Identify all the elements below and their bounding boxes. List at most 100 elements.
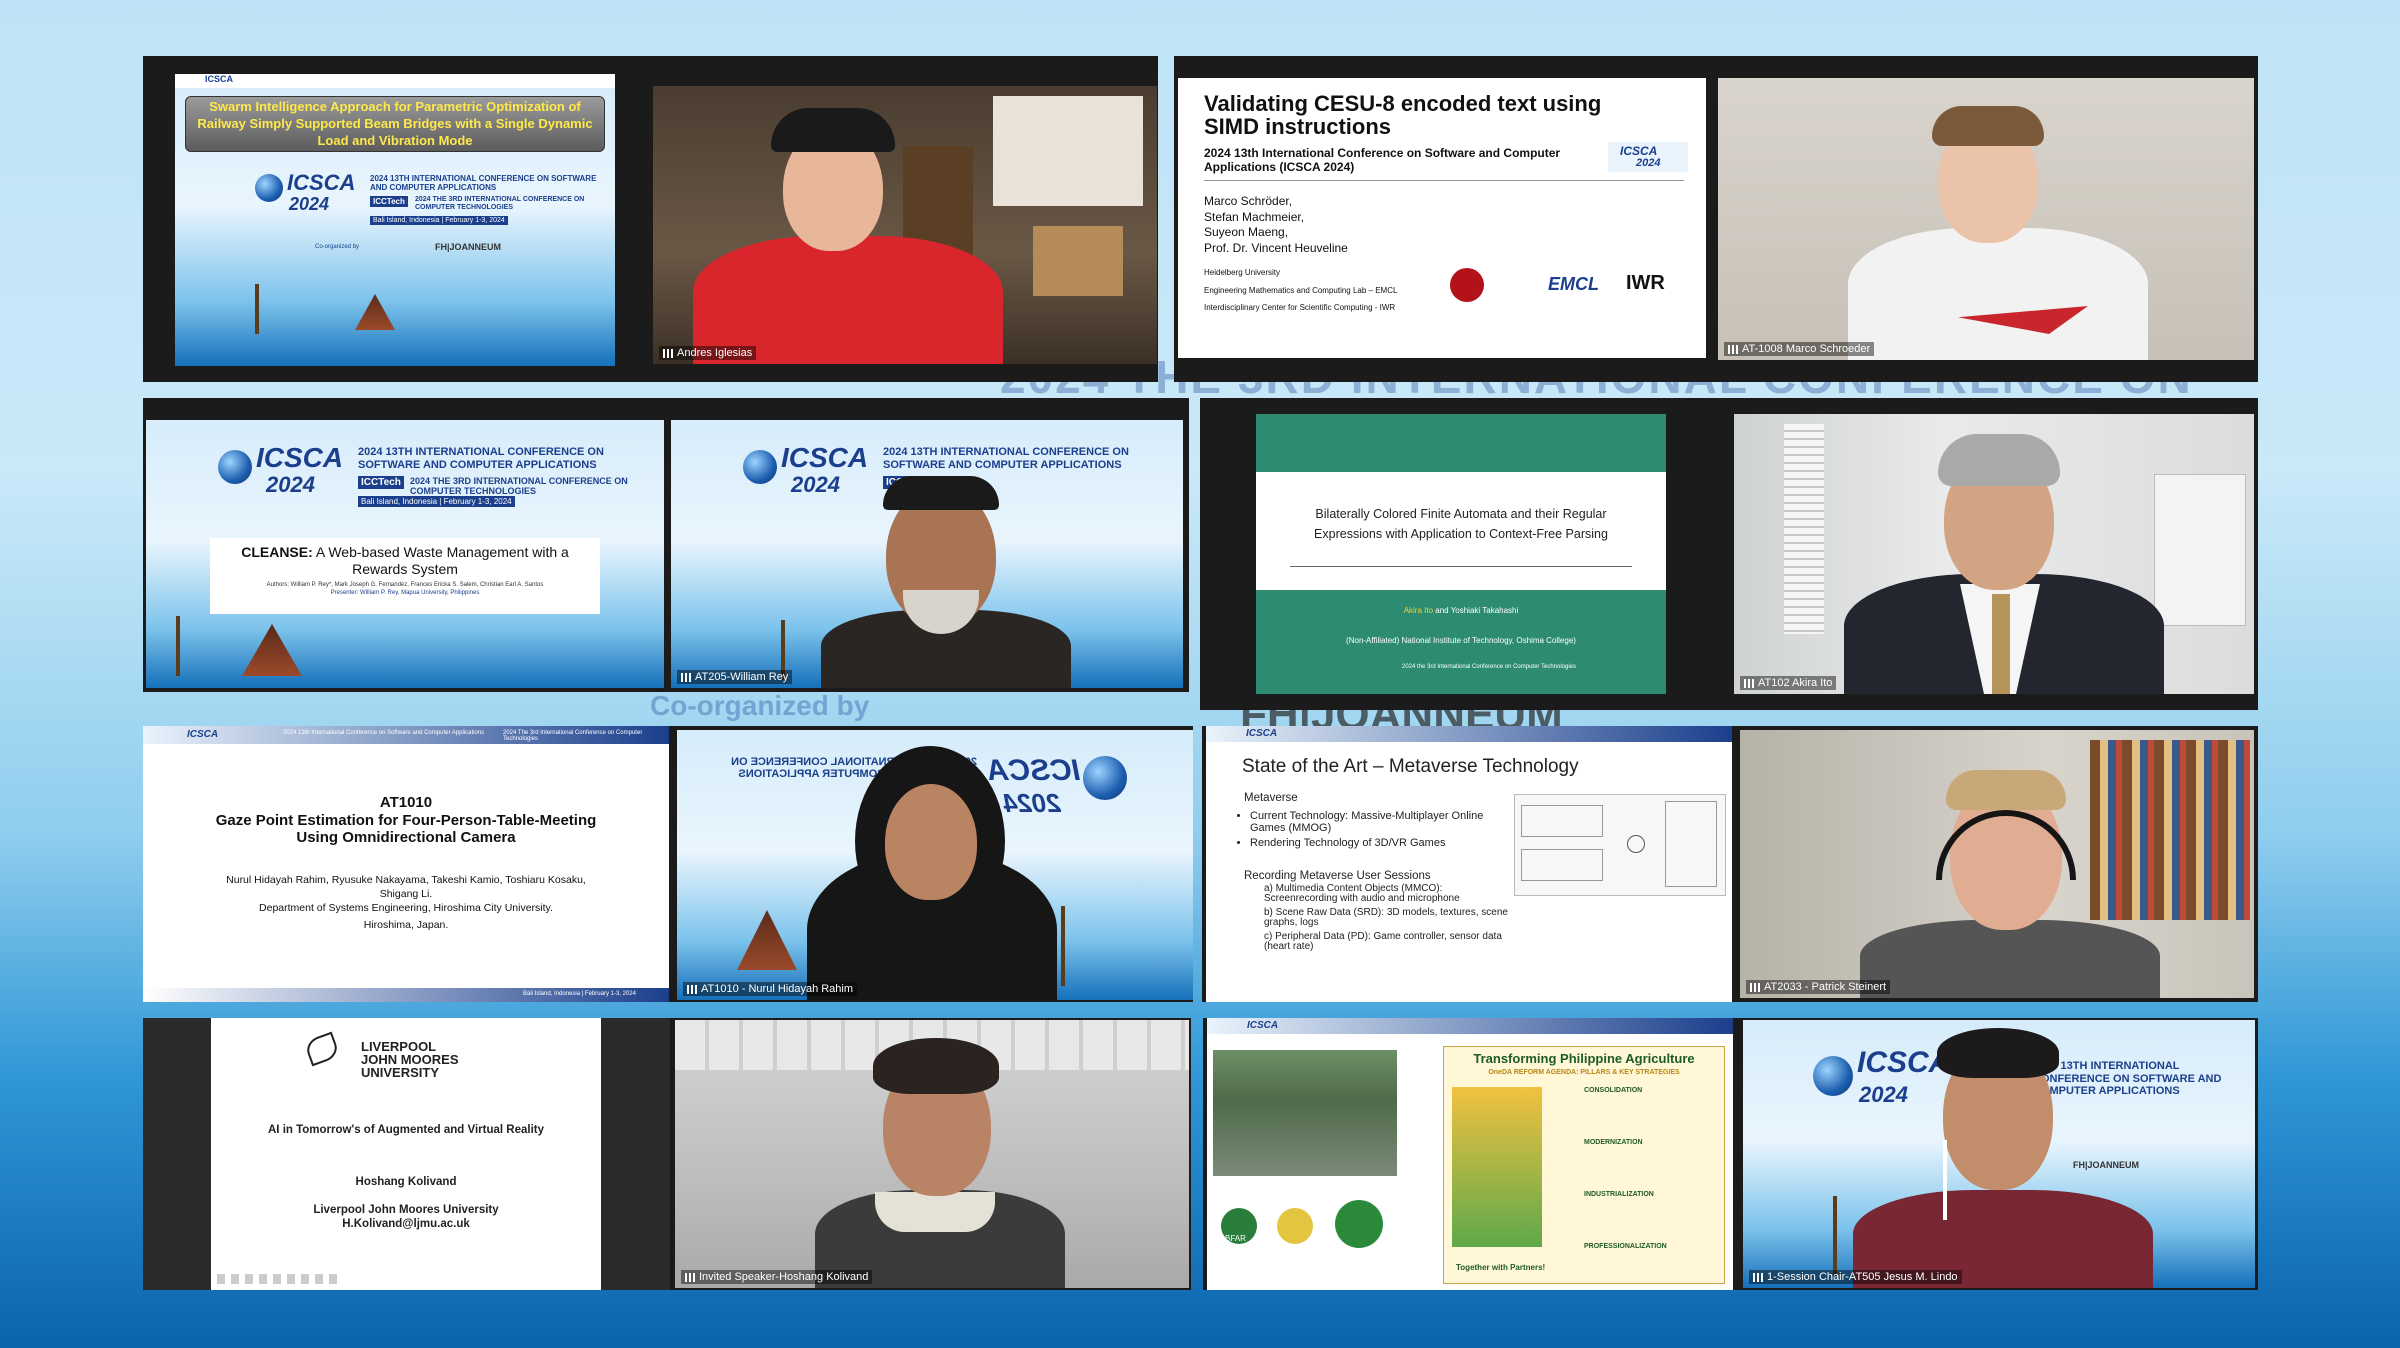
participant-hair [1938, 434, 2060, 486]
conference-logo-orb [218, 450, 252, 484]
section-heading-2: Recording Metaverse User Sessions [1244, 870, 1431, 882]
affiliation: Interdisciplinary Center for Scientific … [1204, 303, 1396, 313]
conference-heading-2: 2024 THE 3RD INTERNATIONAL CONFERENCE ON… [410, 476, 628, 497]
mirrored-icsca-year: 2024 [1003, 788, 1061, 818]
participant-hair [1946, 770, 2066, 810]
slide-controls[interactable] [217, 1274, 337, 1284]
icsca-logo-year: 2024 [1636, 157, 1661, 169]
gear-icon [1627, 835, 1645, 853]
list-item: a) Multimedia Content Objects (MMCO): Sc… [1264, 883, 1460, 904]
author: Marco Schröder, [1204, 194, 1293, 208]
shared-slide-tile[interactable]: ICSCA State of the Art – Metaverse Techn… [1206, 726, 1732, 1002]
video-panel-row1-left: ICSCA Swarm Intelligence Approach for Pa… [143, 56, 1158, 382]
icsca-logo: ICSCA [287, 170, 356, 195]
green-slide: Bilaterally Colored Finite Automata and … [1256, 414, 1666, 694]
temple-icon [355, 294, 395, 330]
participant-video-jesus-lindo[interactable]: ICSCA 2024 2024 13TH INTERNATIONAL CONFE… [1743, 1020, 2255, 1288]
architecture-diagram [1514, 794, 1726, 896]
conference-logo-orb [1083, 756, 1127, 800]
header-logo-text: ICSCA [1247, 1020, 1279, 1031]
icsca-logo-text: ICSCA [1620, 144, 1658, 158]
conference-heading: 2024 13TH INTERNATIONAL CONFERENCE ON SO… [2033, 1060, 2222, 1098]
window-blinds [1784, 424, 1824, 634]
pillar-label: CONSOLIDATION [1584, 1087, 1643, 1094]
slide-title: Swarm Intelligence Approach for Parametr… [185, 96, 605, 152]
diagram-box [1521, 805, 1603, 837]
participant-name-label: AT2033 - Patrick Steinert [1746, 980, 1891, 994]
shared-slide-tile[interactable]: Bilaterally Colored Finite Automata and … [1200, 414, 1722, 694]
participant-video-nurul-hidayah-rahim[interactable]: 2024 13TH INTERNATIONAL CONFERENCE ON SO… [677, 730, 1193, 1000]
conference-location: Bali Island, Indonesia | February 1-3, 2… [370, 216, 508, 225]
divider [1290, 566, 1632, 567]
icsca-year: 2024 [1859, 1082, 1908, 1107]
conference-heading-2: 2024 THE 3RD INTERNATIONAL CONFERENCE ON… [415, 196, 585, 212]
talk-title: AI in Tomorrow's of Augmented and Virtua… [268, 1124, 544, 1136]
slide-title: Bilaterally Colored Finite Automata and … [1314, 507, 1608, 541]
slide-header-banner: ICSCA 2024 13th International Conference… [143, 726, 669, 744]
cork-board [1033, 226, 1123, 296]
icsca-logo: ICSCA [781, 442, 869, 473]
pillar-label: MODERNIZATION [1584, 1139, 1643, 1146]
author: Prof. Dr. Vincent Heuveline [1204, 240, 1348, 255]
participant-hair [1932, 106, 2044, 146]
participant-video-marco-schroeder[interactable]: AT-1008 Marco Schroeder [1718, 78, 2254, 360]
bfar-logo: BFAR [1221, 1208, 1257, 1244]
shared-slide-tile[interactable]: LIVERPOOL JOHN MOORES UNIVERSITY AI in T… [143, 1018, 670, 1290]
province-seal-logo [1277, 1208, 1313, 1244]
bookshelf [2090, 740, 2250, 920]
paper-presenter: Presenter: William P. Rey, Mapua Univers… [330, 589, 480, 596]
joanneum-logo: FH|JOANNEUM [2073, 1160, 2140, 1170]
signal-icon [687, 984, 697, 994]
video-panel-row3-right: ICSCA State of the Art – Metaverse Techn… [1202, 726, 2258, 1002]
participant-name: AT2033 - Patrick Steinert [1764, 981, 1887, 993]
participant-name-label: AT1010 - Nurul Hidayah Rahim [683, 982, 858, 996]
ljmu-slide: LIVERPOOL JOHN MOORES UNIVERSITY AI in T… [211, 1018, 601, 1290]
paper-title: CLEANSE: A Web-based Waste Management wi… [210, 538, 600, 578]
slide-title-box: Bilaterally Colored Finite Automata and … [1256, 472, 1666, 590]
slide-authors: Akira Ito and Yoshiaki Takahashi [1256, 606, 1666, 615]
shared-slide-tile[interactable]: ICSCA 2024 2024 13TH INTERNATIONAL CONFE… [146, 420, 664, 688]
shared-slide-tile[interactable]: ICSCA BFAR Transforming Philippine Agric… [1207, 1018, 1733, 1290]
participant-video-akira-ito[interactable]: AT102 Akira Ito [1734, 414, 2254, 694]
scarf [875, 1192, 995, 1232]
slide-title: State of the Art – Metaverse Technology [1242, 756, 1579, 777]
conference-logo-orb [743, 450, 777, 484]
bullet-list: Current Technology: Massive-Multiplayer … [1236, 810, 1520, 850]
icsca-year: 2024 [266, 472, 315, 497]
header-logo-text: ICSCA [205, 74, 234, 84]
shared-slide-tile[interactable]: Validating CESU-8 encoded text using SIM… [1178, 78, 1706, 358]
baseball-cap [771, 108, 895, 152]
participant-video-hoshang-kolivand[interactable]: Invited Speaker-Hoshang Kolivand [675, 1020, 1189, 1288]
participant-name: AT205-William Rey [695, 671, 789, 683]
participant-video-william-rey[interactable]: ICSCA 2024 2024 13TH INTERNATIONAL CONFE… [671, 420, 1183, 688]
speaker-email: H.Kolivand@ljmu.ac.uk [342, 1218, 470, 1230]
participant-name-label: Invited Speaker-Hoshang Kolivand [681, 1270, 873, 1284]
icsca-year: 2024 [791, 472, 840, 497]
affiliation: Heidelberg University [1204, 268, 1281, 277]
paper-title: Gaze Point Estimation for Four-Person-Ta… [215, 812, 597, 847]
conference-location: Bali Island, Indonesia | February 1-3, 2… [358, 496, 515, 507]
shared-slide-tile[interactable]: ICSCA 2024 13th International Conference… [143, 726, 669, 1002]
participant-video-patrick-steinert[interactable]: AT2033 - Patrick Steinert [1740, 730, 2254, 998]
wall-cabinet [2154, 474, 2246, 626]
earphone-cable [1943, 1140, 1947, 1220]
icctech-badge: ICCTech [358, 476, 404, 489]
emcl-logo: EMCL [1548, 274, 1599, 294]
video-panel-row2-right: Bilaterally Colored Finite Automata and … [1200, 398, 2258, 710]
section-heading: Metaverse [1244, 792, 1298, 804]
divider [1204, 180, 1684, 181]
palm-tree-icon [255, 284, 259, 334]
slide-header-banner: ICSCA [1207, 1018, 1733, 1034]
conference-slide: ICSCA Swarm Intelligence Approach for Pa… [175, 74, 615, 366]
affiliation: Engineering Mathematics and Computing La… [1204, 285, 1398, 295]
participant-name: AT-1008 Marco Schroeder [1742, 343, 1871, 355]
iwr-logo: IWR [1626, 272, 1665, 294]
slide-affiliation: (Non-Affiliated) National Institute of T… [1346, 636, 1576, 645]
icsca-logo: ICSCA 2024 [1608, 142, 1688, 172]
participant-hair [1937, 1028, 2059, 1078]
paper-title-rest: A Web-based Waste Management with a Rewa… [312, 544, 569, 577]
shared-slide-tile[interactable]: ICSCA Swarm Intelligence Approach for Pa… [175, 74, 615, 366]
video-panel-row4-left: LIVERPOOL JOHN MOORES UNIVERSITY AI in T… [143, 1018, 1191, 1290]
participant-video-andres-iglesias[interactable]: Andres Iglesias [653, 86, 1157, 364]
signal-icon [663, 348, 673, 358]
